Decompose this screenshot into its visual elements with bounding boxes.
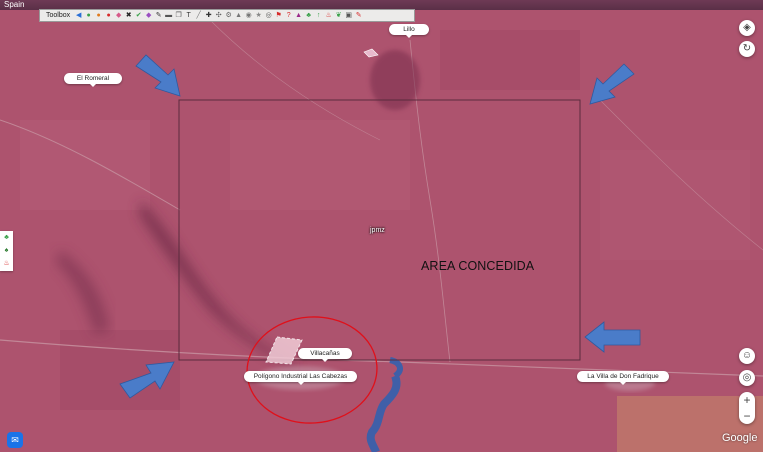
- edit-icon[interactable]: ✎: [354, 11, 363, 20]
- camera-icon[interactable]: ◉: [244, 11, 253, 20]
- fire-icon[interactable]: ♨: [324, 11, 333, 20]
- refresh-button[interactable]: ↻: [739, 41, 755, 57]
- map-canvas[interactable]: Lillo El Romeral Villacañas Polígono Ind…: [0, 0, 763, 452]
- street-view-button[interactable]: ☺: [739, 348, 755, 364]
- ruler-icon[interactable]: ▬: [164, 11, 173, 20]
- fire-icon[interactable]: ♨: [0, 257, 13, 270]
- locate-icon: ◎: [742, 372, 752, 383]
- place-label-lillo[interactable]: Lillo: [389, 24, 429, 38]
- tag-icon[interactable]: ◆: [144, 11, 153, 20]
- toolbox-label: Toolbox: [46, 12, 71, 19]
- locate-button[interactable]: ◎: [739, 370, 755, 386]
- zoom-in-button[interactable]: +: [739, 392, 755, 408]
- globe-icon[interactable]: ●: [84, 11, 93, 20]
- place-label-poligono[interactable]: Polígono Industrial Las Cabezas: [244, 371, 357, 385]
- marker-icon[interactable]: ●: [104, 11, 113, 20]
- tree-icon[interactable]: ♣: [304, 11, 313, 20]
- leaf-icon[interactable]: ❦: [334, 11, 343, 20]
- star-icon[interactable]: ★: [254, 11, 263, 20]
- field-patch: [600, 150, 750, 260]
- field-patch: [440, 30, 580, 90]
- pegman-icon: ☺: [741, 350, 753, 361]
- zoom-control: + −: [739, 392, 755, 424]
- chat-button[interactable]: ✉: [7, 432, 23, 448]
- town-lillo: [370, 50, 420, 110]
- window-title: Spain: [4, 0, 25, 9]
- chat-icon: ✉: [11, 435, 19, 445]
- flag-icon[interactable]: ⚑: [274, 11, 283, 20]
- layers-button[interactable]: ◈: [739, 20, 755, 36]
- up-arrow-icon[interactable]: ↑: [314, 11, 323, 20]
- field-patch: [230, 120, 410, 210]
- toolbox-tools: ◀ ● ● ● ◆ ✖ ✔ ◆ ✎ ▬ ❐ T ╱ ✚ ✣ ⚙ ▲ ◉ ★ ◎ ⚑? ▲ ♣ ↑ ♨ ❦ ▣ ✎: [74, 11, 363, 20]
- layers-icon: ◈: [743, 22, 751, 33]
- text-icon[interactable]: T: [184, 11, 193, 20]
- refresh-icon: ↻: [742, 43, 752, 54]
- eye-icon[interactable]: ◎: [264, 11, 273, 20]
- left-tool-strip[interactable]: ♣ ♠ ♨: [0, 231, 13, 271]
- place-label-villacanas[interactable]: Villacañas: [298, 348, 352, 362]
- tools-icon[interactable]: ✖: [124, 11, 133, 20]
- google-attribution: Google: [722, 432, 758, 444]
- line-icon[interactable]: ╱: [194, 11, 203, 20]
- back-arrow-icon[interactable]: ◀: [74, 11, 83, 20]
- pin-icon[interactable]: ◆: [114, 11, 123, 20]
- place-label-el-romeral[interactable]: El Romeral: [64, 73, 122, 87]
- tree-icon[interactable]: ♣: [0, 231, 13, 244]
- question-icon[interactable]: ?: [284, 11, 293, 20]
- field-patch: [20, 120, 150, 210]
- gear-icon[interactable]: ⚙: [224, 11, 233, 20]
- compass-icon[interactable]: ✣: [214, 11, 223, 20]
- copy-icon[interactable]: ❐: [174, 11, 183, 20]
- place-label-villa-don-fadrique[interactable]: La Villa de Don Fadrique: [577, 371, 669, 385]
- warning-icon[interactable]: ▲: [294, 11, 303, 20]
- polygon-label: jpmz: [370, 227, 385, 234]
- area-concedida-label: AREA CONCEDIDA: [421, 259, 535, 273]
- monitor-icon[interactable]: ▣: [344, 11, 353, 20]
- crosshair-icon[interactable]: ✚: [204, 11, 213, 20]
- check-icon[interactable]: ✔: [134, 11, 143, 20]
- zoom-out-button[interactable]: −: [739, 408, 755, 424]
- toolbox: Toolbox ◀ ● ● ● ◆ ✖ ✔ ◆ ✎ ▬ ❐ T ╱ ✚ ✣ ⚙ ▲ ◉ ★ ◎ ⚑? ▲ ♣ ↑ ♨ ❦ ▣ ✎: [39, 9, 415, 22]
- building-icon[interactable]: ▲: [234, 11, 243, 20]
- circle-icon[interactable]: ●: [94, 11, 103, 20]
- tree-icon[interactable]: ♠: [0, 244, 13, 257]
- pen-icon[interactable]: ✎: [154, 11, 163, 20]
- map-imagery: [0, 0, 763, 452]
